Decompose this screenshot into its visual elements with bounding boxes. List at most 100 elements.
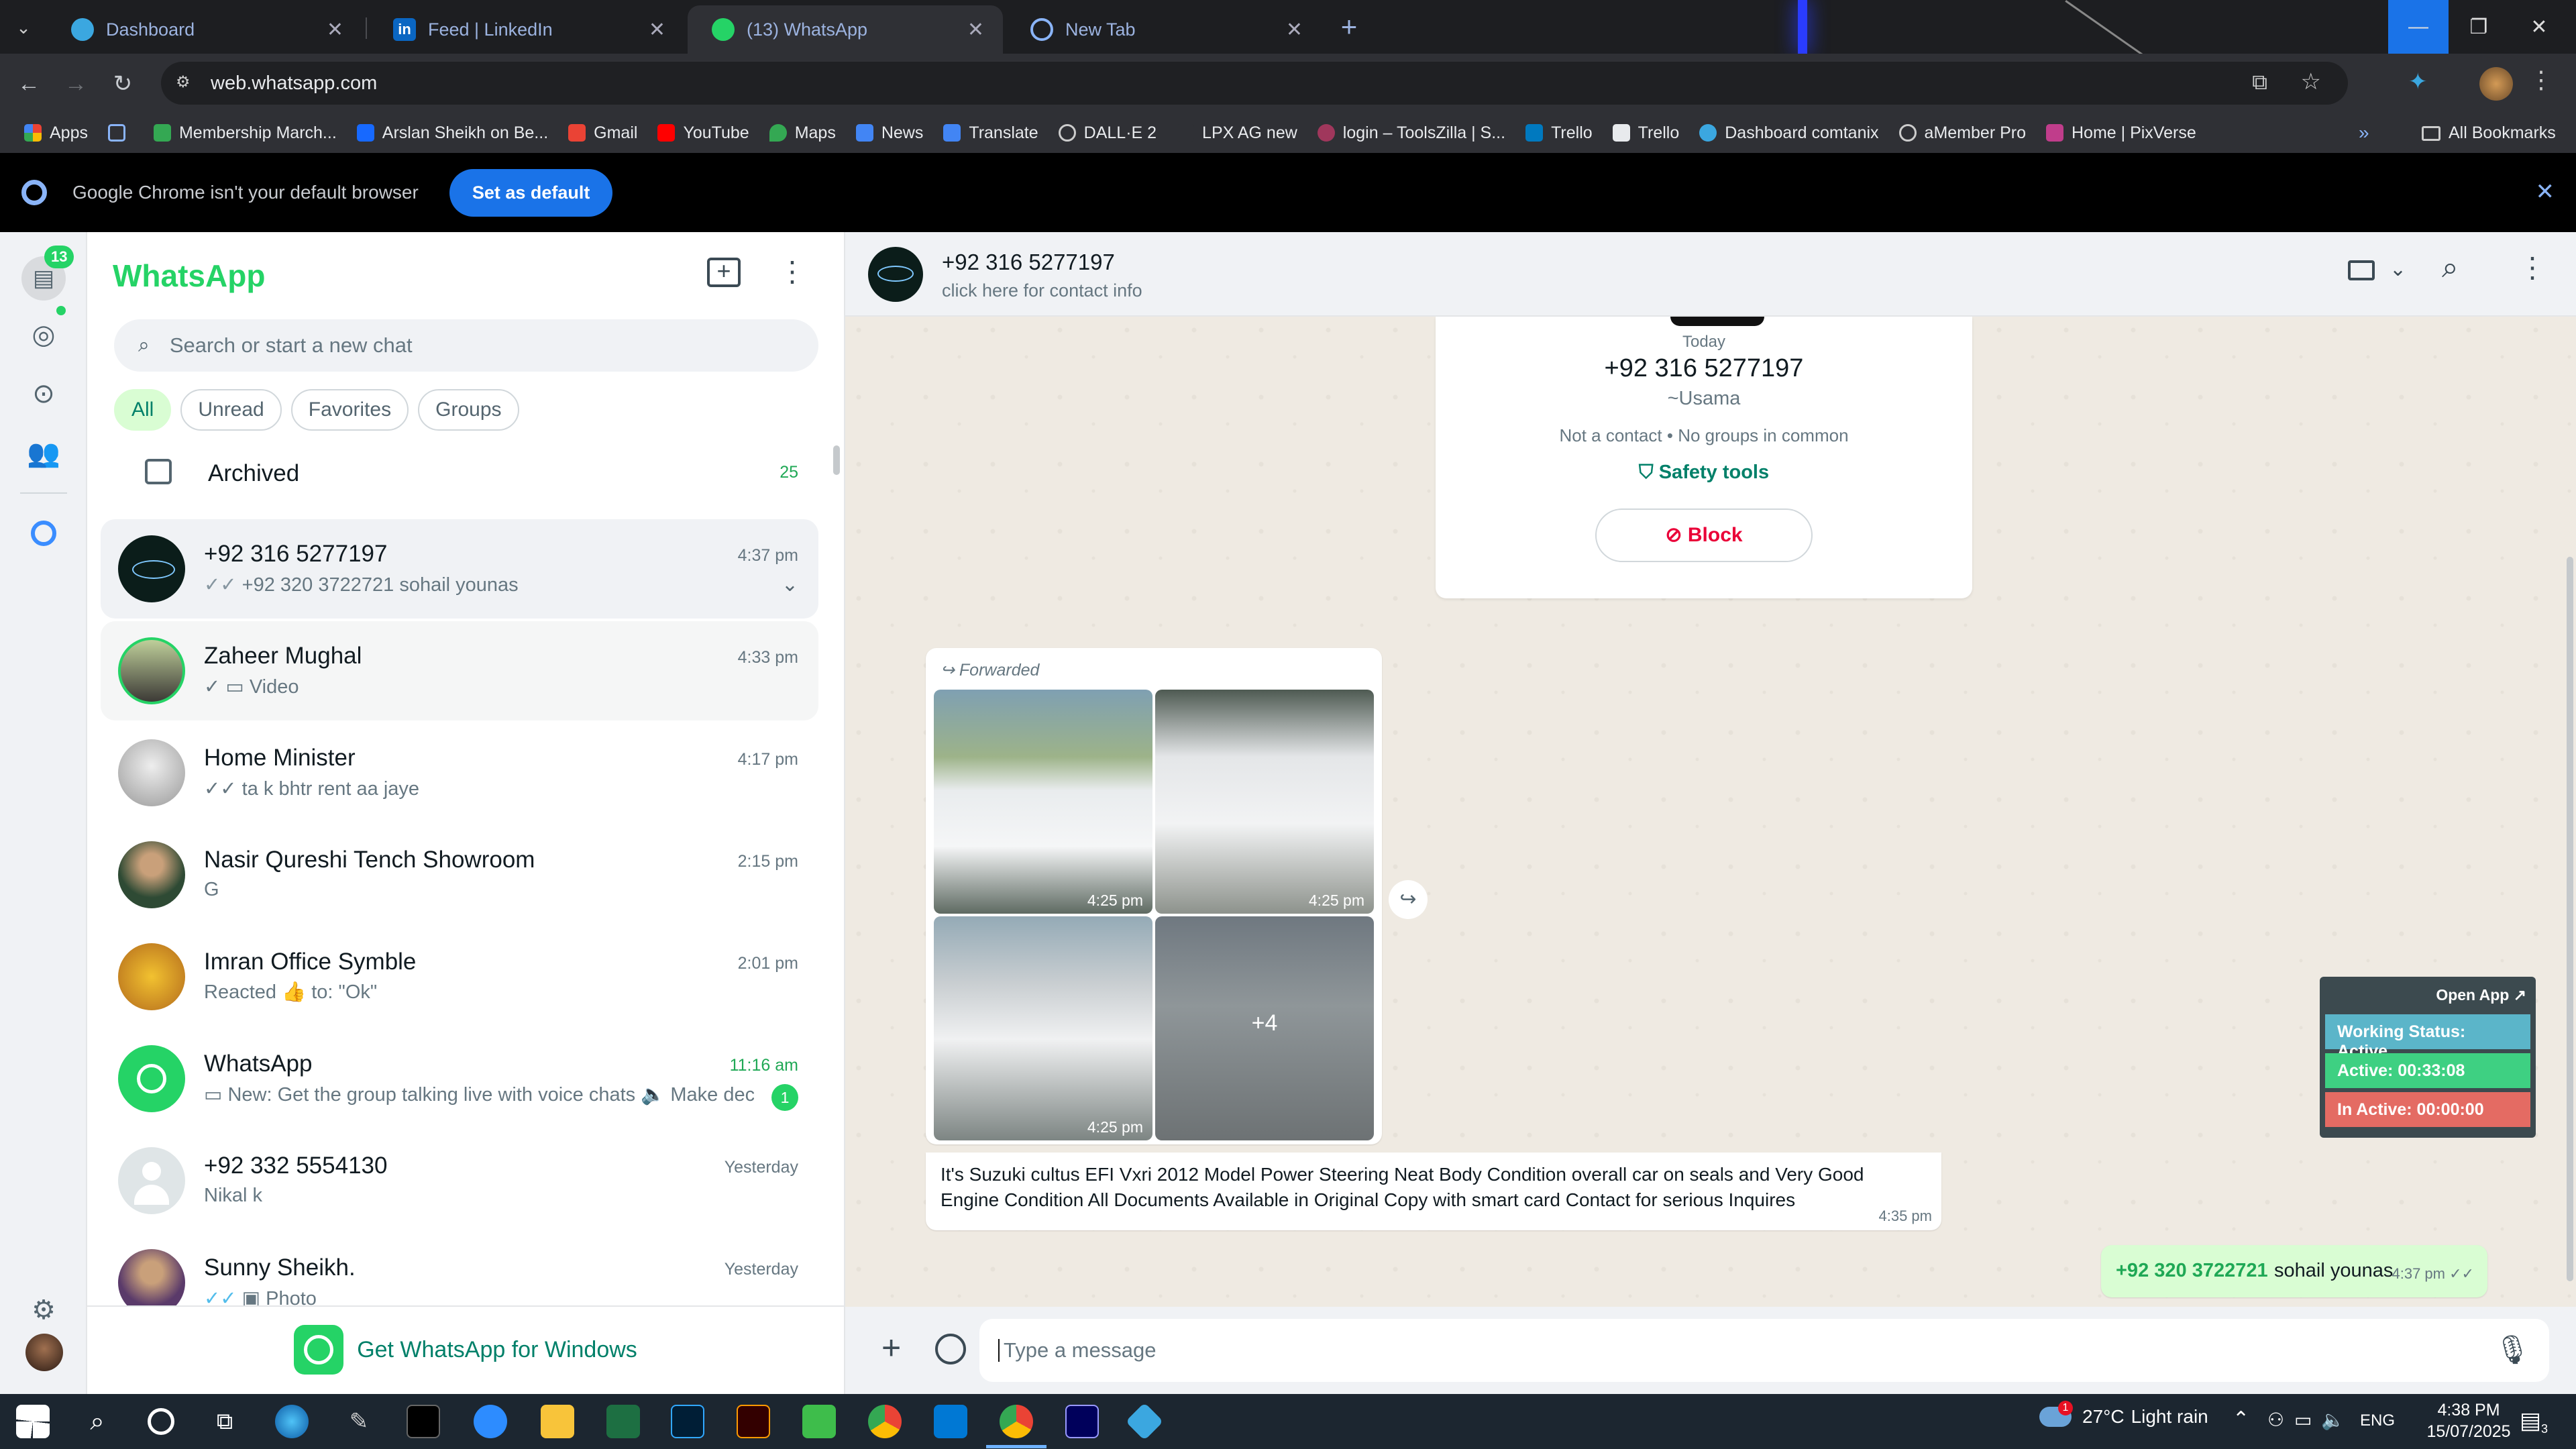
cortana-icon[interactable]	[148, 1408, 174, 1435]
microphone-icon[interactable]: 🎙	[2495, 1334, 2530, 1366]
close-tab-icon[interactable]: ✕	[327, 18, 343, 42]
volume-icon[interactable]: 🔈	[2321, 1409, 2345, 1431]
bookmark-behance[interactable]: Arslan Sheikh on Be...	[356, 123, 548, 143]
list-scrollbar[interactable]	[833, 445, 840, 475]
tray-chevron-up-icon[interactable]: ⌃	[2233, 1407, 2249, 1431]
bookmark-membership[interactable]: Membership March...	[153, 123, 337, 143]
bookmark-dalle[interactable]: DALL·E 2	[1058, 123, 1157, 143]
illustrator-icon[interactable]	[737, 1405, 770, 1438]
back-button[interactable]: ←	[12, 67, 46, 101]
task-view-icon[interactable]: ⧉	[208, 1405, 241, 1438]
contact-avatar[interactable]	[868, 247, 923, 302]
premiere-icon[interactable]	[1065, 1405, 1099, 1438]
chevron-down-icon[interactable]: ⌄	[782, 573, 798, 596]
filter-groups[interactable]: Groups	[418, 389, 519, 431]
pen-icon[interactable]: ✎	[342, 1405, 376, 1438]
sticker-icon[interactable]	[935, 1334, 966, 1364]
terminal-icon[interactable]	[407, 1405, 440, 1438]
settings-gear-icon[interactable]: ⚙	[25, 1292, 62, 1328]
forward-button[interactable]: →	[59, 67, 93, 101]
bookmark-news[interactable]: News	[855, 123, 923, 143]
tab-whatsapp[interactable]: (13) WhatsApp ✕	[688, 5, 1003, 54]
bookmark-grid[interactable]	[107, 124, 133, 142]
zoom-icon[interactable]	[474, 1405, 507, 1438]
excel-icon[interactable]	[606, 1405, 640, 1438]
bookmark-trello-2[interactable]: Trello	[1612, 123, 1679, 143]
forward-button[interactable]: ↪	[1389, 880, 1428, 919]
search-icon[interactable]: ⌕	[2442, 251, 2459, 284]
close-tab-icon[interactable]: ✕	[967, 18, 984, 42]
bookmark-star-icon[interactable]: ☆	[2301, 68, 2321, 95]
chat-row[interactable]: Zaheer Mughal ✓ ▭ Video 4:33 pm	[101, 621, 818, 720]
chat-row[interactable]: Nasir Qureshi Tench Showroom G 2:15 pm	[101, 825, 818, 924]
get-windows-banner[interactable]: Get WhatsApp for Windows	[87, 1305, 844, 1393]
car-photo-more[interactable]: +4	[1155, 916, 1374, 1140]
chrome-icon[interactable]	[868, 1405, 902, 1438]
tab-linkedin[interactable]: in Feed | LinkedIn ✕	[369, 5, 684, 54]
car-photo-2[interactable]: 4:25 pm	[1155, 690, 1374, 914]
extensions-icon[interactable]: ✦	[2408, 68, 2438, 98]
close-window-button[interactable]: ✕	[2509, 0, 2569, 54]
chat-scrollbar[interactable]	[2567, 557, 2573, 1281]
meet-now-icon[interactable]: ⚇	[2267, 1409, 2284, 1431]
new-tab-button[interactable]: +	[1332, 9, 1366, 44]
filter-all[interactable]: All	[114, 389, 172, 431]
infobar-close-icon[interactable]: ✕	[2536, 178, 2555, 205]
communities-icon[interactable]: 👥	[25, 435, 62, 471]
camtasia-icon[interactable]	[802, 1405, 836, 1438]
reload-button[interactable]: ↻	[106, 67, 140, 101]
open-app-link[interactable]: Open App ↗	[2436, 986, 2526, 1004]
menu-icon[interactable]: ⋮	[778, 255, 806, 288]
windows-start-icon[interactable]	[16, 1405, 50, 1438]
bookmarks-overflow-icon[interactable]: »	[2359, 122, 2369, 144]
archived-row[interactable]: Archived 25	[101, 447, 818, 498]
mentioned-contact[interactable]: +92 320 3722721	[2116, 1260, 2268, 1282]
omnibox[interactable]: ⚙ web.whatsapp.com ⧉ ☆	[161, 62, 2348, 105]
bookmark-youtube[interactable]: YouTube	[657, 123, 749, 143]
chat-row[interactable]: Sunny Sheikh. ✓✓ ▣ Photo Yesterday	[101, 1233, 818, 1305]
bookmark-apps[interactable]: Apps	[24, 123, 88, 143]
bookmark-pixverse[interactable]: Home | PixVerse	[2046, 123, 2196, 143]
meta-ai-icon[interactable]	[25, 515, 62, 551]
filter-favorites[interactable]: Favorites	[290, 389, 409, 431]
vscode-icon[interactable]	[934, 1405, 967, 1438]
status-icon[interactable]: ◎	[25, 317, 62, 353]
browser-menu-icon[interactable]: ⋮	[2529, 66, 2553, 94]
close-tab-icon[interactable]: ✕	[649, 18, 665, 42]
message-input[interactable]: Type a message 🎙	[979, 1319, 2549, 1382]
new-chat-icon[interactable]: +	[707, 258, 741, 287]
install-app-icon[interactable]: ⧉	[2252, 70, 2267, 95]
attach-plus-icon[interactable]: +	[881, 1328, 901, 1367]
chat-row[interactable]: +92 332 5554130 Nikal k Yesterday	[101, 1131, 818, 1230]
tab-dashboard[interactable]: Dashboard ✕	[47, 5, 362, 54]
profile-avatar[interactable]	[2479, 67, 2513, 101]
file-explorer-icon[interactable]	[541, 1405, 574, 1438]
all-bookmarks[interactable]: All Bookmarks	[2422, 123, 2556, 143]
chat-row[interactable]: Imran Office Symble Reacted 👍 to: "Ok" 2…	[101, 927, 818, 1026]
site-info-icon[interactable]: ⚙	[176, 72, 197, 94]
filter-unread[interactable]: Unread	[180, 389, 282, 431]
clock-time[interactable]: 4:38 PM	[2422, 1401, 2516, 1420]
photoshop-icon[interactable]	[671, 1405, 704, 1438]
restore-button[interactable]: ❐	[2449, 0, 2509, 54]
edge-icon[interactable]	[275, 1405, 309, 1438]
profile-avatar[interactable]	[25, 1334, 63, 1371]
network-icon[interactable]: ▭	[2294, 1409, 2312, 1431]
minimize-button[interactable]: —	[2388, 0, 2449, 54]
channels-icon[interactable]: ⊙	[25, 376, 62, 412]
chrome-active-icon[interactable]	[1000, 1405, 1033, 1438]
search-input[interactable]: ⌕ Search or start a new chat	[114, 319, 818, 372]
bookmark-comtanix[interactable]: Dashboard comtanix	[1699, 123, 1879, 143]
bookmark-trello-1[interactable]: Trello	[1525, 123, 1593, 143]
bookmark-toolszilla[interactable]: login – ToolsZilla | S...	[1317, 123, 1505, 143]
chat-row[interactable]: WhatsApp ▭ New: Get the group talking li…	[101, 1029, 818, 1128]
close-tab-icon[interactable]: ✕	[1286, 18, 1303, 42]
block-button[interactable]: ⊘ Block	[1595, 508, 1813, 562]
menu-icon[interactable]: ⋮	[2518, 251, 2546, 284]
chat-row[interactable]: Home Minister ✓✓ ta k bhtr rent aa jaye …	[101, 723, 818, 822]
search-icon[interactable]: ⌕	[80, 1405, 114, 1438]
conversation-header[interactable]: +92 316 5277197 click here for contact i…	[845, 232, 2576, 317]
safety-tools-link[interactable]: ⛉ Safety tools	[1436, 462, 1972, 484]
chat-row[interactable]: +92 316 5277197 ✓✓ +92 320 3722721 sohai…	[101, 519, 818, 619]
bookmark-amember[interactable]: aMember Pro	[1898, 123, 2026, 143]
